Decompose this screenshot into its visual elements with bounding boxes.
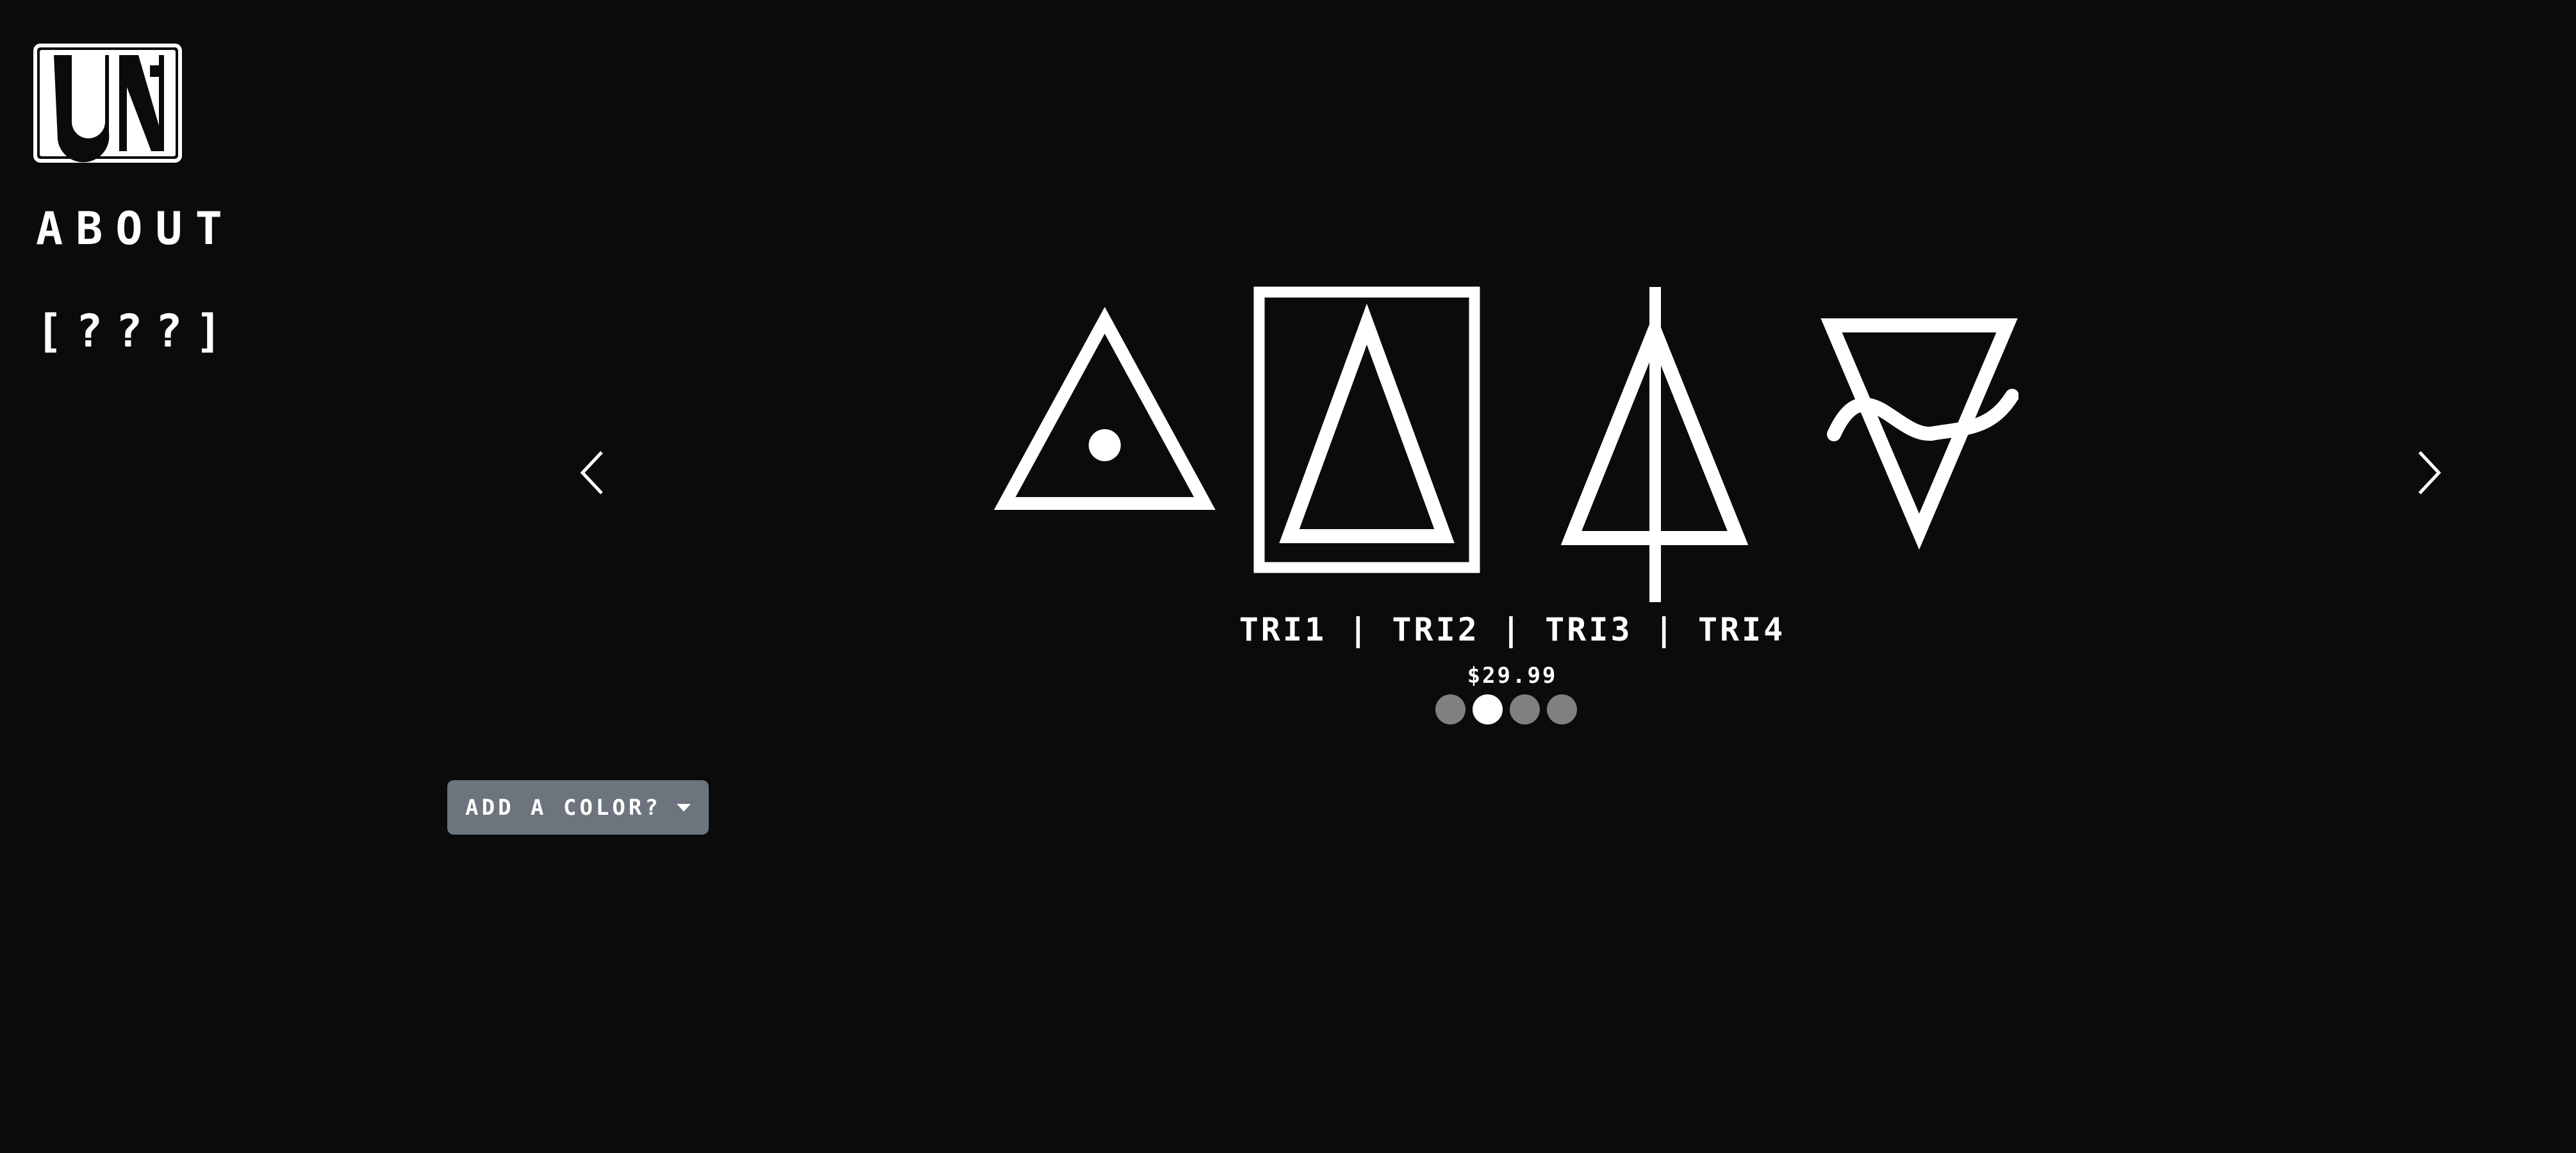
product-title: TRI1 | TRI2 | TRI3 | TRI4 xyxy=(1239,611,1786,648)
color-dot[interactable] xyxy=(1510,694,1540,724)
color-dot[interactable] xyxy=(1547,694,1577,724)
product-image xyxy=(994,286,2019,602)
color-dot[interactable] xyxy=(1435,694,1466,724)
pierced-triangle-icon xyxy=(1560,287,1749,602)
chevron-left-icon[interactable] xyxy=(574,448,612,497)
framed-triangle-icon xyxy=(1253,286,1480,573)
nav-mystery-link[interactable]: [???] xyxy=(36,309,235,354)
color-swatches xyxy=(1435,694,1577,725)
chevron-right-icon[interactable] xyxy=(2409,448,2448,497)
nav-about-link[interactable]: ABOUT xyxy=(36,206,235,251)
uni-logo[interactable] xyxy=(33,44,182,163)
add-color-dropdown-button[interactable]: ADD A COLOR? xyxy=(447,780,709,835)
product-price: $29.99 xyxy=(1467,663,1558,689)
add-color-label: ADD A COLOR? xyxy=(465,794,661,821)
color-dot-active[interactable] xyxy=(1473,694,1503,724)
triangle-dot-icon xyxy=(994,307,1216,510)
caret-down-icon xyxy=(676,803,691,812)
inverted-wave-triangle-icon xyxy=(1821,318,2019,550)
